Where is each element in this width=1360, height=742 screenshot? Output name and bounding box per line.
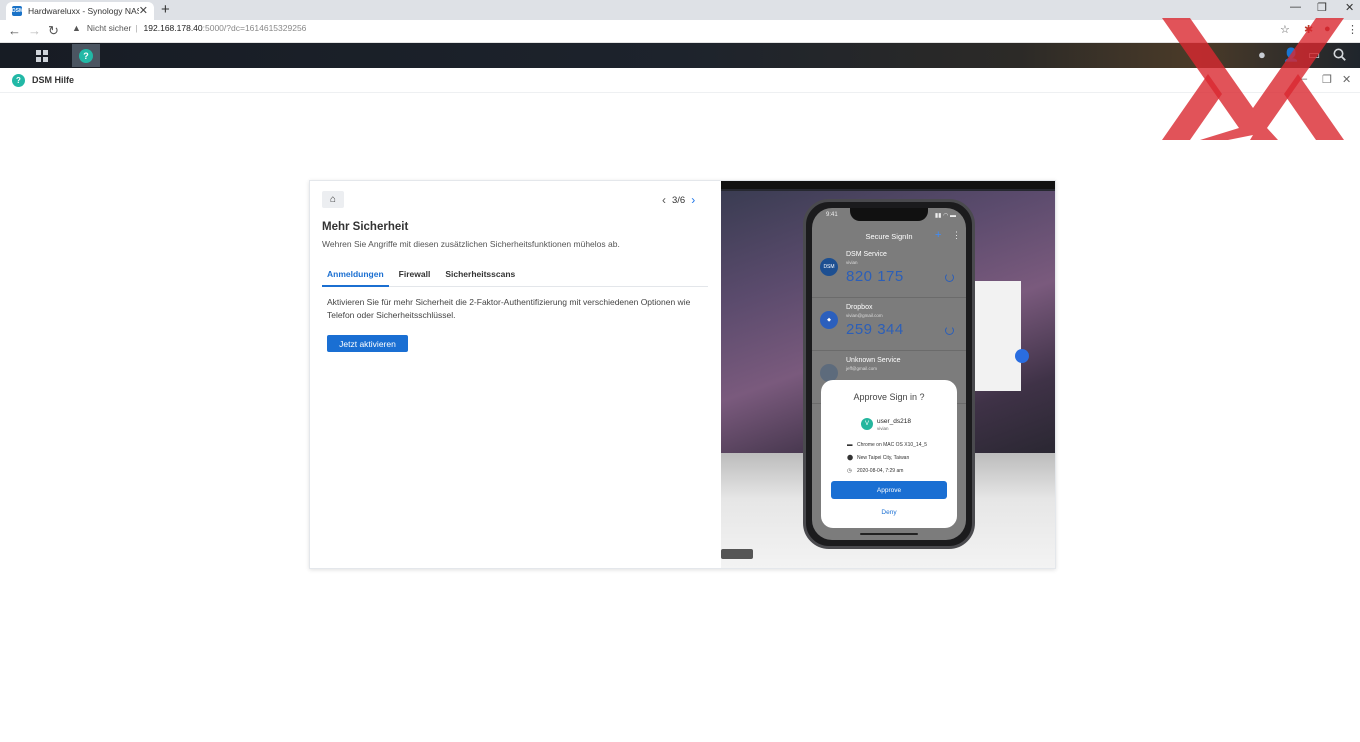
card-title: Mehr Sicherheit	[322, 221, 409, 233]
chevron-right-icon[interactable]: ›	[691, 193, 695, 207]
window-maximize-icon[interactable]: ❐	[1322, 73, 1332, 86]
service-account: jeff@gmail.com	[846, 366, 877, 371]
url-host: 192.168.178.40	[143, 23, 203, 33]
laptop-icon: ▬	[847, 442, 853, 448]
phone-screen: 9:41 ▮▮ ◠ ▬ Secure SignIn + ⋮ DSM DSM Se…	[812, 208, 966, 540]
phone-status-icon: ▮▮ ◠ ▬	[934, 213, 956, 219]
help-app-icon: ?	[12, 74, 25, 87]
dropbox-icon: ◆	[820, 311, 838, 329]
window-close-icon[interactable]: ✕	[1345, 1, 1354, 14]
back-icon[interactable]: ←	[8, 23, 21, 38]
plus-icon: +	[935, 229, 942, 241]
window-minimize-icon[interactable]: –	[1301, 73, 1307, 85]
home-button[interactable]: ⌂	[322, 191, 344, 208]
forward-icon[interactable]: →	[28, 23, 41, 38]
approve-title: Approve Sign in ?	[853, 392, 925, 402]
minimize-icon[interactable]: —	[1290, 1, 1301, 13]
dsm-favicon-icon: DSM	[12, 6, 24, 16]
approve-button: Approve	[831, 481, 947, 499]
card-subtitle: Wehren Sie Angriffe mit diesen zusätzlic…	[322, 239, 620, 249]
home-indicator	[860, 533, 918, 535]
illustration-panel: 9:41 ▮▮ ◠ ▬ Secure SignIn + ⋮ DSM DSM Se…	[721, 181, 1055, 568]
close-icon[interactable]: ✕	[139, 5, 148, 17]
clock-icon: ◷	[847, 468, 852, 474]
pager: ‹ 3/6 ›	[656, 193, 701, 207]
approve-device-row: ▬ Chrome on MAC OS X10_14_5	[847, 442, 927, 448]
dsm-taskbar: ? ● 👤 ▭	[0, 43, 1360, 68]
home-icon: ⌂	[329, 194, 337, 205]
dsm-service-avatar: DSM	[820, 258, 838, 276]
browser-tabstrip: DSM Hardwareluxx - Synology NAS ✕ + — ❐ …	[0, 0, 1360, 20]
warning-icon[interactable]: ▲	[72, 23, 81, 33]
new-tab-icon[interactable]: +	[161, 1, 170, 18]
service-account: vivian	[846, 260, 858, 265]
tab-firewall[interactable]: Firewall	[394, 267, 436, 287]
restore-icon[interactable]: ❐	[1317, 1, 1327, 14]
approve-sign-in-sheet: Approve Sign in ? V user_ds218 vivian ▬ …	[821, 380, 957, 528]
service-name: Dropbox	[846, 304, 873, 311]
page-indicator: 3/6	[672, 194, 686, 206]
help-window-title: DSM Hilfe	[32, 75, 75, 85]
reload-icon[interactable]: ↻	[48, 23, 59, 39]
chevron-left-icon[interactable]: ‹	[662, 193, 666, 207]
phone-mockup: 9:41 ▮▮ ◠ ▬ Secure SignIn + ⋮ DSM DSM Se…	[803, 199, 975, 549]
star-icon[interactable]: ☆	[1280, 23, 1290, 36]
location-pin-icon: ⬤	[847, 455, 854, 461]
activate-now-button[interactable]: Jetzt aktivieren	[327, 335, 408, 352]
scene-window	[975, 281, 1021, 391]
search-icon[interactable]	[1333, 48, 1346, 61]
user-avatar: V	[861, 418, 873, 430]
scene-keyboard	[721, 549, 753, 559]
notification-icon[interactable]: ●	[1258, 47, 1266, 62]
service-name: Unknown Service	[846, 357, 901, 364]
browser-menu-icon[interactable]: ⋮	[1347, 23, 1358, 36]
more-icon: ⋮	[952, 230, 961, 240]
help-taskbar-button[interactable]: ?	[72, 44, 100, 67]
main-menu-button[interactable]	[29, 44, 55, 67]
help-window-header: ? DSM Hilfe – ❐ ✕	[0, 68, 1360, 93]
deny-button: Deny	[881, 509, 897, 516]
browser-tab[interactable]: DSM Hardwareluxx - Synology NAS ✕	[6, 2, 154, 20]
phone-list-item: ◆ Dropbox vivian@gmail.com 259 344	[812, 299, 966, 351]
phone-app-title: Secure SignIn	[865, 232, 913, 241]
approve-device: Chrome on MAC OS X10_14_5	[857, 442, 928, 448]
approve-location: New Taipei City, Taiwan	[857, 455, 910, 461]
address-bar: ← → ↻ ▲ Nicht sicher | 192.168.178.40 :5…	[0, 20, 1360, 43]
grid-icon	[36, 49, 48, 62]
card-description: Aktivieren Sie für mehr Sicherheit die 2…	[327, 297, 691, 320]
phone-list-item: DSM DSM Service vivian 820 175	[812, 246, 966, 298]
feature-tabs: Anmeldungen Firewall Sicherheitsscans	[322, 267, 708, 287]
extension-icon[interactable]: ✱	[1304, 23, 1313, 36]
profile-icon[interactable]: ●	[1324, 23, 1331, 35]
url-field[interactable]: ▲ Nicht sicher | 192.168.178.40 :5000/?d…	[72, 23, 306, 33]
approve-time: 2020-08-04, 7:29 am	[857, 468, 904, 474]
timer-icon	[945, 273, 954, 282]
widgets-icon[interactable]: ▭	[1308, 47, 1320, 63]
service-account: vivian@gmail.com	[846, 313, 883, 318]
scene-blue-dot	[1015, 349, 1029, 363]
approve-user: user_ds218	[877, 418, 911, 425]
user-icon[interactable]: 👤	[1283, 47, 1299, 63]
approve-user-sub: vivian	[877, 426, 889, 431]
approve-location-row: ⬤ New Taipei City, Taiwan	[847, 455, 909, 461]
phone-notch	[850, 208, 928, 221]
service-name: DSM Service	[846, 251, 887, 258]
feature-card: ⌂ ‹ 3/6 › Mehr Sicherheit Wehren Sie Ang…	[309, 180, 1056, 569]
card-text-panel: ⌂ ‹ 3/6 › Mehr Sicherheit Wehren Sie Ang…	[310, 181, 721, 568]
url-separator: |	[135, 23, 138, 33]
approve-time-row: ◷ 2020-08-04, 7:29 am	[847, 468, 903, 474]
tab-sicherheitsscans[interactable]: Sicherheitsscans	[440, 267, 520, 287]
tab-anmeldungen[interactable]: Anmeldungen	[322, 267, 389, 287]
scene-monitor-top	[721, 181, 1055, 189]
tab-title: Hardwareluxx - Synology NAS	[28, 6, 139, 16]
timer-icon	[945, 326, 954, 335]
url-path: :5000/?dc=1614615329256	[202, 23, 307, 33]
otp-code: 259 344	[846, 321, 904, 338]
help-icon: ?	[79, 48, 93, 63]
otp-code: 820 175	[846, 268, 904, 285]
phone-time: 9:41	[826, 212, 838, 218]
window-close-icon[interactable]: ✕	[1342, 73, 1351, 86]
security-label: Nicht sicher	[86, 23, 132, 33]
